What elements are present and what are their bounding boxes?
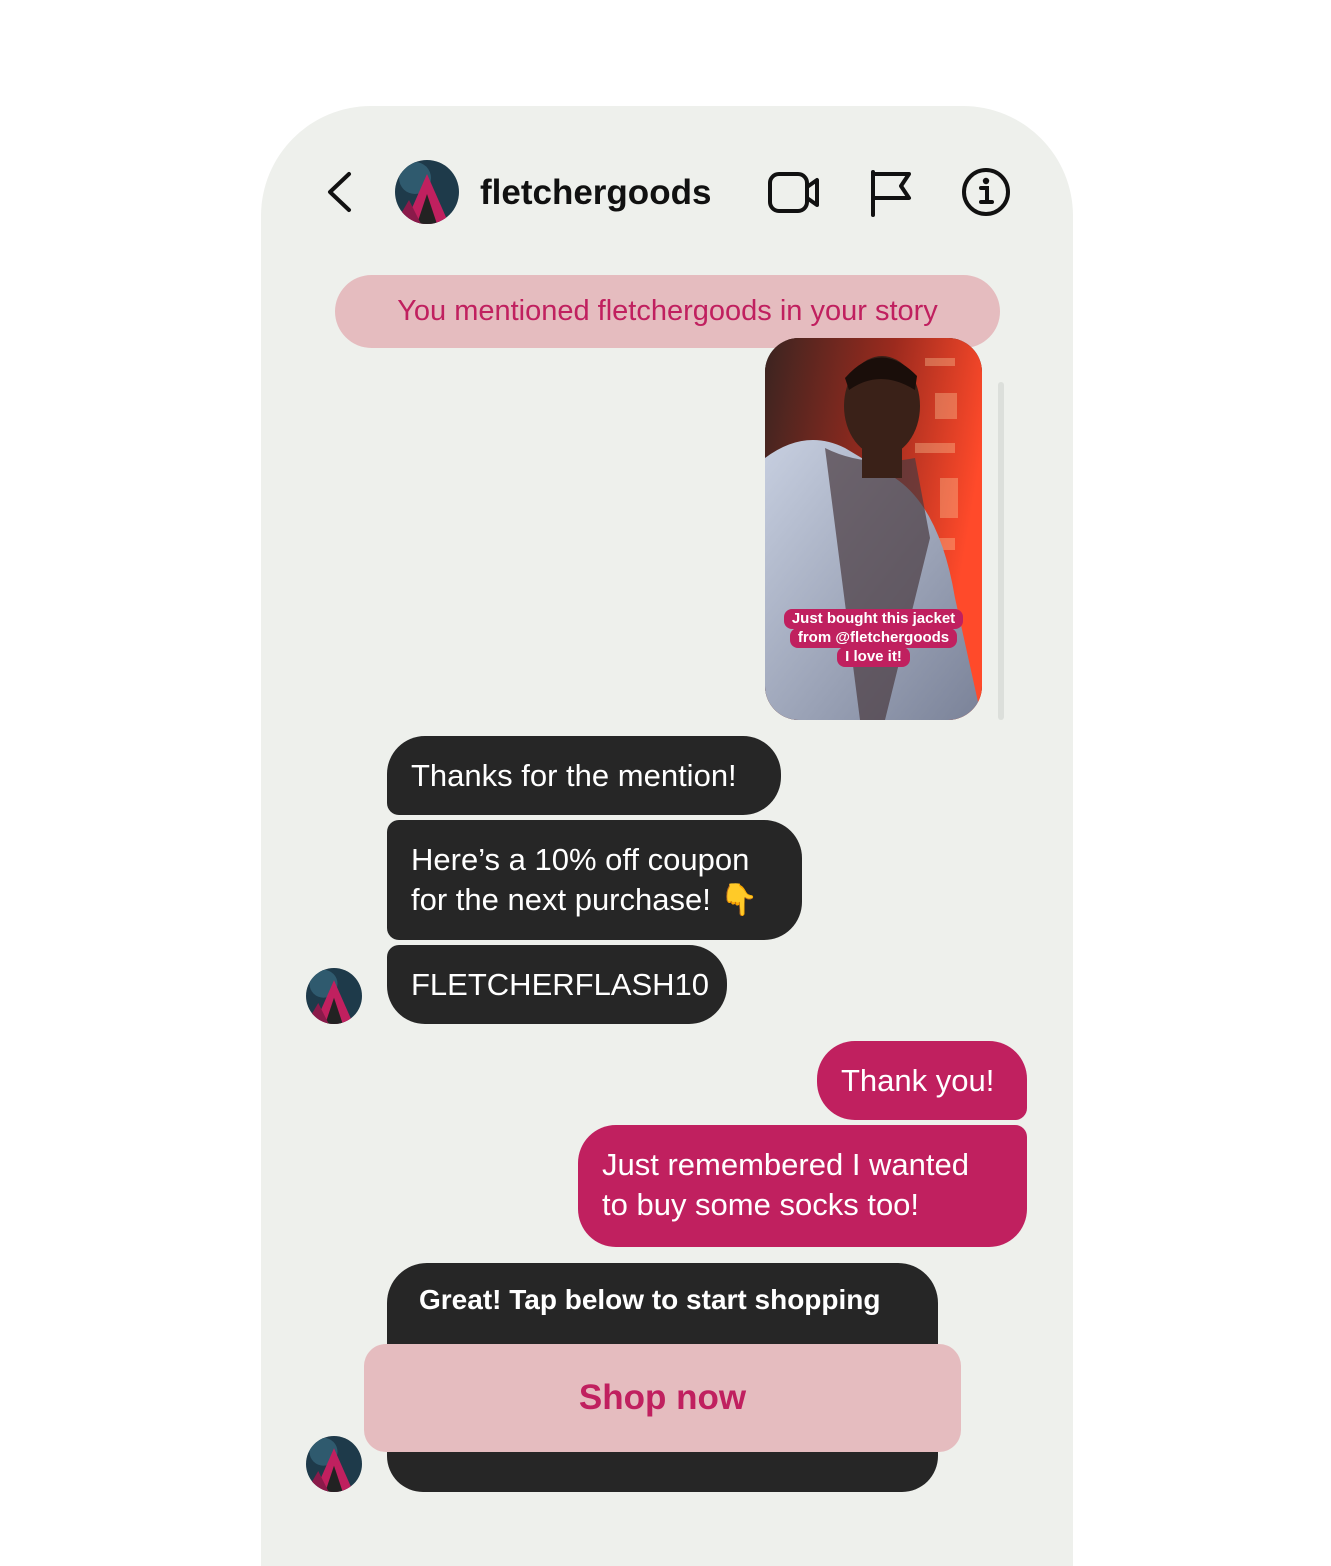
shop-card-text: Great! Tap below to start shopping xyxy=(419,1284,881,1315)
video-camera-icon xyxy=(768,172,819,213)
avatar-image xyxy=(395,160,459,224)
chat-username[interactable]: fletchergoods xyxy=(480,170,711,216)
coupon-code-bubble[interactable]: FLETCHERFLASH10 xyxy=(387,945,727,1024)
story-caption: Just bought this jacket from @fletchergo… xyxy=(765,609,982,667)
story-caption-line: Just bought this jacket xyxy=(783,609,964,629)
avatar-image xyxy=(306,1436,362,1492)
message-text: Thanks for the mention! xyxy=(411,758,737,793)
info-icon xyxy=(962,168,1010,216)
story-caption-line: I love it! xyxy=(837,647,910,667)
info-button[interactable] xyxy=(958,164,1014,220)
sender-avatar[interactable] xyxy=(306,1436,362,1492)
message-bubble-sent[interactable]: Thank you! xyxy=(817,1041,1027,1120)
avatar[interactable] xyxy=(395,160,459,224)
message-text: Thank you! xyxy=(841,1063,995,1098)
chevron-left-icon xyxy=(328,172,351,212)
story-preview[interactable]: Just bought this jacket from @fletchergo… xyxy=(765,338,982,720)
avatar-image xyxy=(306,968,362,1024)
story-caption-line: from @fletchergoods xyxy=(789,628,958,648)
coupon-code: FLETCHERFLASH10 xyxy=(411,967,710,1002)
report-button[interactable] xyxy=(864,165,920,221)
scrollbar[interactable] xyxy=(998,382,1004,720)
message-text-line: to buy some socks too! xyxy=(602,1187,920,1222)
message-bubble-sent[interactable]: Just remembered I wanted to buy some soc… xyxy=(578,1125,1027,1247)
message-text-line: for the next purchase! 👇 xyxy=(411,882,759,917)
shop-now-button[interactable]: Shop now xyxy=(364,1344,961,1452)
message-bubble-received[interactable]: Thanks for the mention! xyxy=(387,736,781,815)
video-call-button[interactable] xyxy=(766,165,822,221)
back-button[interactable] xyxy=(322,168,362,216)
message-bubble-received[interactable]: Here’s a 10% off coupon for the next pur… xyxy=(387,820,802,940)
message-text-line: Here’s a 10% off coupon xyxy=(411,842,750,877)
message-text-line: Just remembered I wanted xyxy=(602,1147,970,1182)
flag-icon xyxy=(871,170,911,217)
sender-avatar[interactable] xyxy=(306,968,362,1024)
